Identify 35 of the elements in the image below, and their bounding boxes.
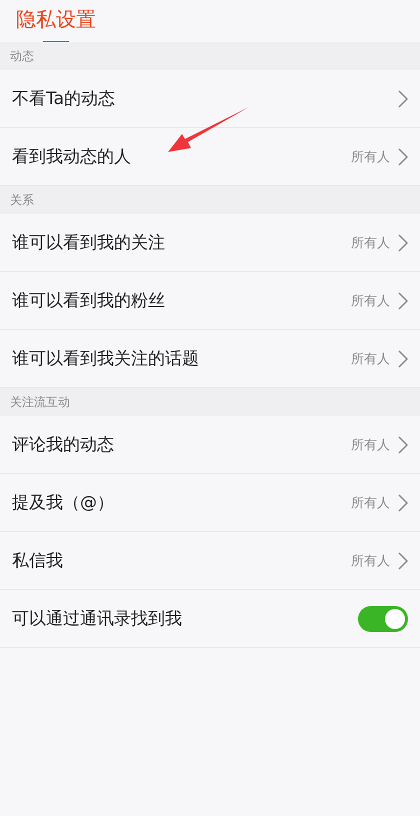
settings-row[interactable]: 评论我的动态 所有人 bbox=[0, 416, 420, 474]
section-header: 关注流互动 bbox=[0, 388, 420, 416]
row-label: 谁可以看到我关注的话题 bbox=[12, 348, 200, 370]
section-header: 动态 bbox=[0, 42, 420, 70]
chevron-right-icon bbox=[398, 552, 408, 570]
row-value: 所有人 bbox=[351, 350, 390, 368]
row-label: 看到我动态的人 bbox=[12, 146, 132, 168]
row-label: 谁可以看到我的粉丝 bbox=[12, 290, 166, 312]
row-label: 评论我的动态 bbox=[12, 434, 115, 456]
chevron-right-icon bbox=[398, 436, 408, 454]
row-label: 谁可以看到我的关注 bbox=[12, 232, 166, 254]
chevron-right-icon bbox=[398, 292, 408, 310]
row-value: 所有人 bbox=[351, 148, 390, 166]
row-label: 可以通过通讯录找到我 bbox=[12, 608, 183, 630]
settings-row[interactable]: 谁可以看到我的粉丝 所有人 bbox=[0, 272, 420, 330]
settings-row[interactable]: 谁可以看到我的关注 所有人 bbox=[0, 214, 420, 272]
row-value: 所有人 bbox=[351, 234, 390, 252]
section-header: 关系 bbox=[0, 186, 420, 214]
settings-row[interactable]: 可以通过通讯录找到我 bbox=[0, 590, 420, 648]
row-value: 所有人 bbox=[351, 292, 390, 310]
settings-row[interactable]: 提及我（@） 所有人 bbox=[0, 474, 420, 532]
chevron-right-icon bbox=[398, 234, 408, 252]
row-label: 提及我（@） bbox=[12, 492, 115, 514]
row-label: 不看Ta的动态 bbox=[12, 88, 116, 110]
chevron-right-icon bbox=[398, 90, 408, 108]
settings-row[interactable]: 私信我 所有人 bbox=[0, 532, 420, 590]
chevron-right-icon bbox=[398, 148, 408, 166]
chevron-right-icon bbox=[398, 494, 408, 512]
chevron-right-icon bbox=[398, 350, 408, 368]
row-value: 所有人 bbox=[351, 494, 390, 512]
page-tab[interactable]: 隐私设置 bbox=[16, 0, 96, 42]
row-label: 私信我 bbox=[12, 550, 64, 572]
row-value: 所有人 bbox=[351, 436, 390, 454]
toggle-switch[interactable] bbox=[358, 606, 408, 632]
row-value: 所有人 bbox=[351, 552, 390, 570]
